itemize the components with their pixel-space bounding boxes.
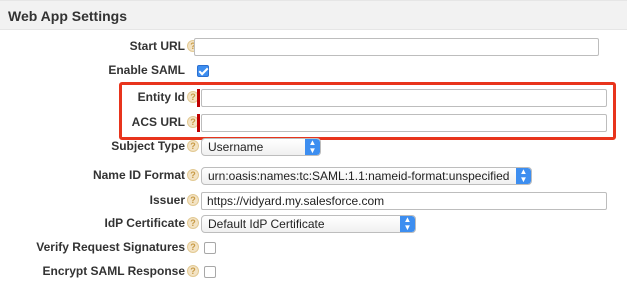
subject-type-value: Username xyxy=(208,140,264,154)
help-icon[interactable]: ? xyxy=(187,194,199,206)
enable-saml-checkbox[interactable] xyxy=(197,65,209,77)
subject-type-row: Subject Type ? Username ▲ ▼ xyxy=(0,136,627,158)
issuer-row: Issuer ? xyxy=(0,190,627,212)
section-header: Web App Settings xyxy=(0,0,627,30)
verify-request-signatures-row: Verify Request Signatures ? xyxy=(0,237,627,259)
section-title: Web App Settings xyxy=(8,8,127,24)
help-icon[interactable]: ? xyxy=(187,140,199,152)
start-url-label: Start URL xyxy=(129,39,185,53)
required-indicator xyxy=(197,114,200,132)
encrypt-saml-response-row: Encrypt SAML Response ? xyxy=(0,261,627,283)
enable-saml-row: Enable SAML xyxy=(0,60,627,82)
name-id-format-row: Name ID Format ? urn:oasis:names:tc:SAML… xyxy=(0,165,627,187)
help-icon[interactable]: ? xyxy=(187,169,199,181)
idp-certificate-value: Default IdP Certificate xyxy=(208,217,325,231)
issuer-label: Issuer xyxy=(149,193,185,207)
issuer-input[interactable] xyxy=(201,192,607,210)
required-indicator xyxy=(197,89,200,107)
encrypt-saml-response-checkbox[interactable] xyxy=(204,266,216,278)
enable-saml-label: Enable SAML xyxy=(108,63,185,77)
acs-url-row: ACS URL ? xyxy=(0,112,627,134)
updown-arrows-icon: ▲ ▼ xyxy=(305,139,320,155)
acs-url-label: ACS URL xyxy=(131,115,185,129)
updown-arrows-icon: ▲ ▼ xyxy=(400,216,415,232)
help-icon[interactable]: ? xyxy=(187,241,199,253)
start-url-input[interactable] xyxy=(194,38,599,56)
encrypt-saml-response-label: Encrypt SAML Response xyxy=(42,264,185,278)
entity-id-row: Entity Id ? xyxy=(0,87,627,109)
name-id-format-label: Name ID Format xyxy=(92,168,185,182)
help-icon[interactable]: ? xyxy=(187,217,199,229)
name-id-format-select[interactable]: urn:oasis:names:tc:SAML:1.1:nameid-forma… xyxy=(201,167,532,185)
entity-id-input[interactable] xyxy=(201,89,607,107)
idp-certificate-row: IdP Certificate ? Default IdP Certificat… xyxy=(0,213,627,235)
start-url-row: Start URL ? xyxy=(0,36,627,58)
updown-arrows-icon: ▲ ▼ xyxy=(516,168,531,184)
subject-type-label: Subject Type xyxy=(111,139,185,153)
name-id-format-value: urn:oasis:names:tc:SAML:1.1:nameid-forma… xyxy=(208,169,510,183)
verify-request-signatures-checkbox[interactable] xyxy=(204,242,216,254)
help-icon[interactable]: ? xyxy=(187,265,199,277)
idp-certificate-select[interactable]: Default IdP Certificate ▲ ▼ xyxy=(201,215,416,233)
acs-url-input[interactable] xyxy=(201,114,607,132)
subject-type-select[interactable]: Username ▲ ▼ xyxy=(201,138,321,156)
entity-id-label: Entity Id xyxy=(137,90,185,104)
idp-certificate-label: IdP Certificate xyxy=(104,216,185,230)
verify-request-signatures-label: Verify Request Signatures xyxy=(36,240,185,254)
